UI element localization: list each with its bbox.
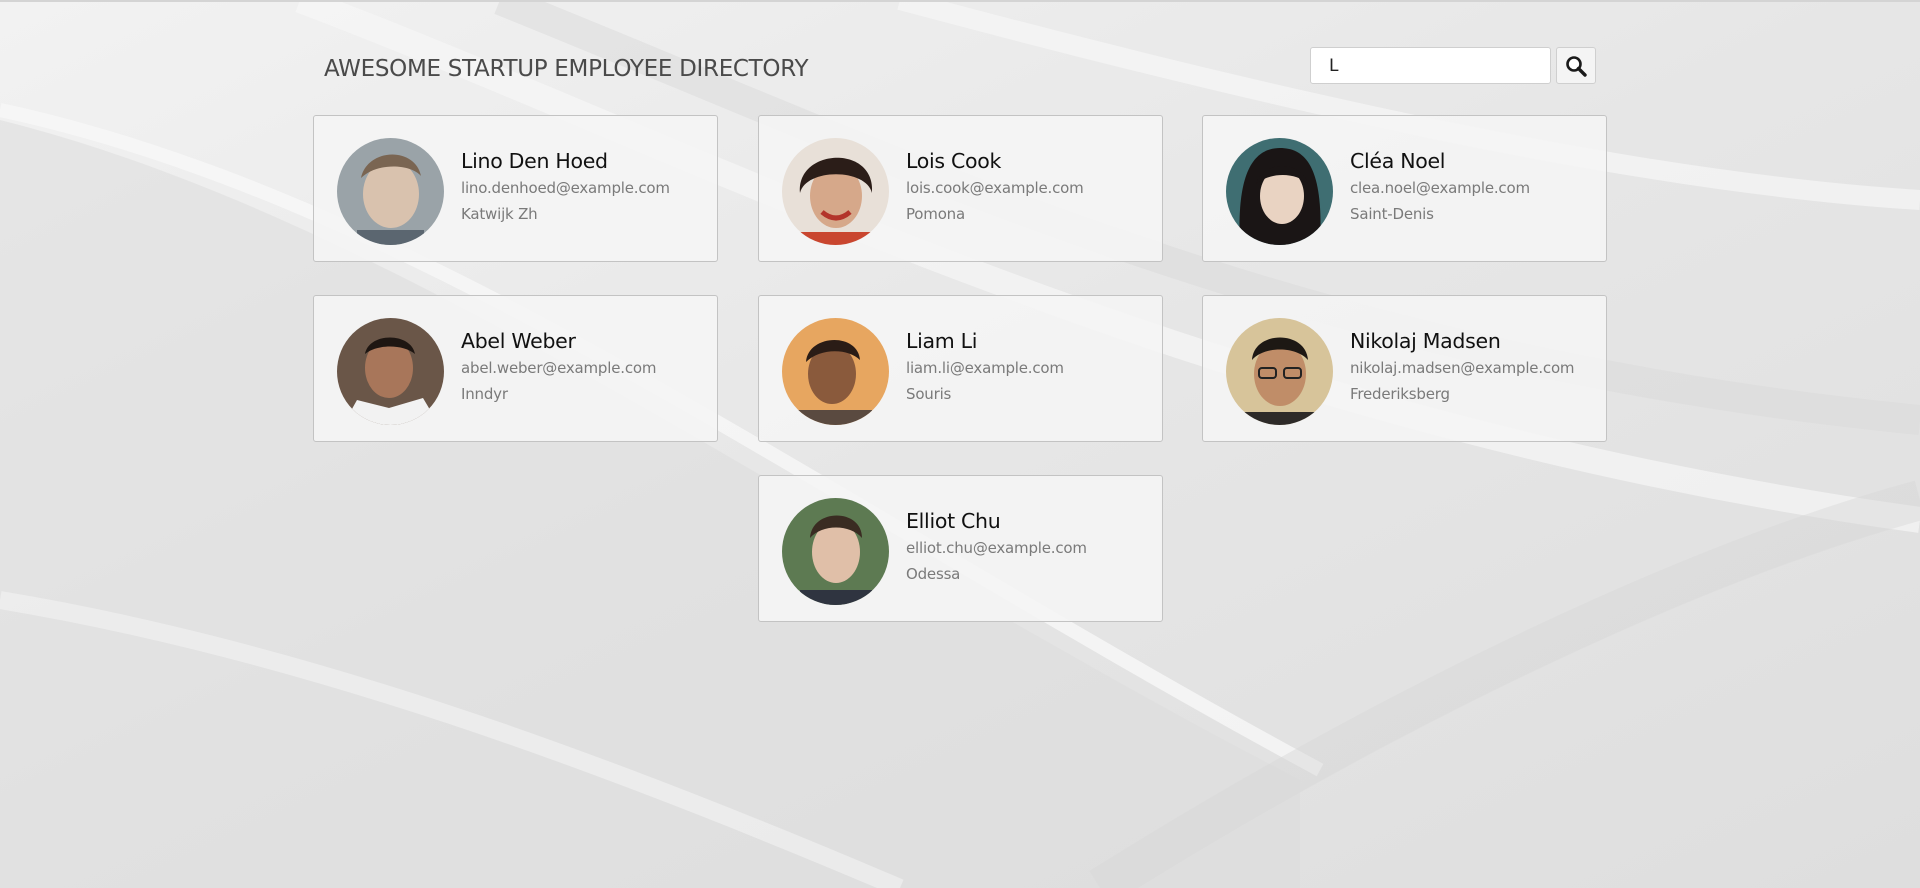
employee-info: Cléa Noel clea.noel@example.com Saint-De…	[1350, 148, 1600, 224]
avatar	[782, 498, 889, 605]
employee-location: Frederiksberg	[1350, 385, 1450, 403]
employee-email: nikolaj.madsen@example.com	[1350, 359, 1575, 377]
employee-email: lino.denhoed@example.com	[461, 179, 670, 197]
employee-info: Lino Den Hoed lino.denhoed@example.com K…	[461, 148, 711, 224]
employee-info: Elliot Chu elliot.chu@example.com Odessa	[906, 508, 1156, 584]
employee-location: Souris	[906, 385, 952, 403]
employee-email: lois.cook@example.com	[906, 179, 1084, 197]
employee-card[interactable]: Elliot Chu elliot.chu@example.com Odessa	[758, 475, 1163, 622]
employee-email: abel.weber@example.com	[461, 359, 657, 377]
avatar	[337, 318, 444, 425]
employee-info: Abel Weber abel.weber@example.com Inndyr	[461, 328, 711, 404]
search-icon	[1566, 55, 1587, 77]
employee-card[interactable]: Lois Cook lois.cook@example.com Pomona	[758, 115, 1163, 262]
avatar	[782, 138, 889, 245]
avatar	[1226, 318, 1333, 425]
employee-info: Lois Cook lois.cook@example.com Pomona	[906, 148, 1156, 224]
avatar	[1226, 138, 1333, 245]
employee-info: Nikolaj Madsen nikolaj.madsen@example.co…	[1350, 328, 1600, 404]
employee-email: liam.li@example.com	[906, 359, 1064, 377]
employee-name: Liam Li	[906, 329, 978, 353]
employee-name: Lois Cook	[906, 149, 1002, 173]
employee-card[interactable]: Liam Li liam.li@example.com Souris	[758, 295, 1163, 442]
employee-name: Cléa Noel	[1350, 149, 1446, 173]
employee-email: clea.noel@example.com	[1350, 179, 1530, 197]
directory-container: AWESOME STARTUP EMPLOYEE DIRECTORY L Lin…	[313, 0, 1607, 888]
employee-location: Odessa	[906, 565, 961, 583]
employee-info: Liam Li liam.li@example.com Souris	[906, 328, 1156, 404]
employee-card[interactable]: Abel Weber abel.weber@example.com Inndyr	[313, 295, 718, 442]
employee-name: Elliot Chu	[906, 509, 1001, 533]
avatar	[782, 318, 889, 425]
employee-card[interactable]: Lino Den Hoed lino.denhoed@example.com K…	[313, 115, 718, 262]
employee-location: Pomona	[906, 205, 965, 223]
employee-name: Nikolaj Madsen	[1350, 329, 1501, 353]
employee-email: elliot.chu@example.com	[906, 539, 1087, 557]
employee-name: Abel Weber	[461, 329, 576, 353]
employee-location: Inndyr	[461, 385, 508, 403]
employee-location: Saint-Denis	[1350, 205, 1434, 223]
page-title: AWESOME STARTUP EMPLOYEE DIRECTORY	[324, 56, 809, 82]
search-form	[1310, 47, 1596, 84]
search-input[interactable]	[1310, 47, 1551, 84]
avatar	[337, 138, 444, 245]
employee-location: Katwijk Zh	[461, 205, 538, 223]
search-button[interactable]	[1556, 47, 1596, 84]
employee-card[interactable]: Nikolaj Madsen nikolaj.madsen@example.co…	[1202, 295, 1607, 442]
employee-name: Lino Den Hoed	[461, 149, 608, 173]
header: AWESOME STARTUP EMPLOYEE DIRECTORY	[313, 44, 1607, 94]
employee-card[interactable]: Cléa Noel clea.noel@example.com Saint-De…	[1202, 115, 1607, 262]
